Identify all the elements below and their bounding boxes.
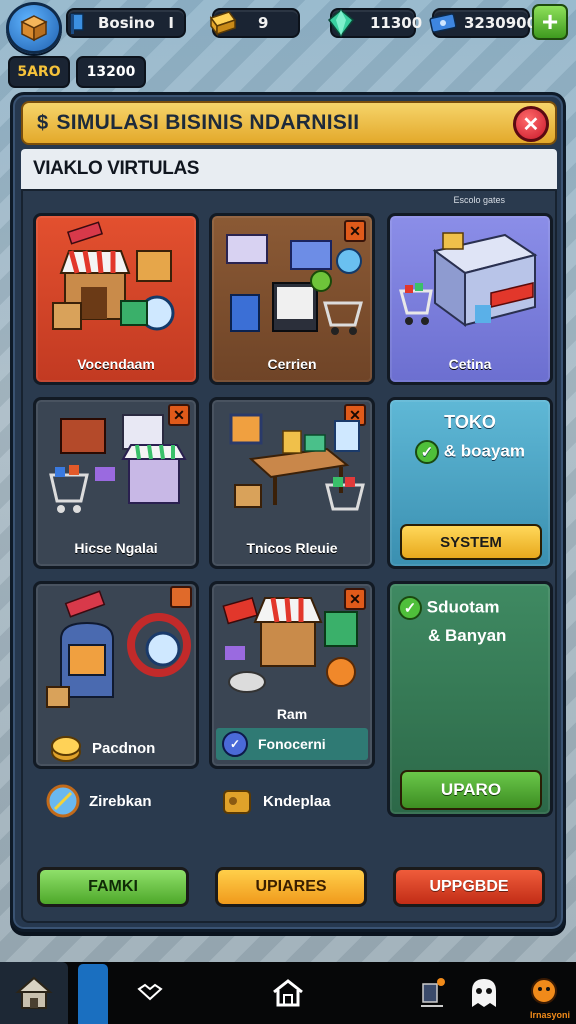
score-badge: 13200 xyxy=(76,56,146,88)
panel-title: SIMULASI BISINIS NDARNISII xyxy=(56,111,360,134)
coin-stack-icon xyxy=(51,736,81,762)
resource-pill-2[interactable]: 9 xyxy=(209,8,300,38)
nav-cart[interactable] xyxy=(402,962,462,1024)
resource-3-value: 11300 xyxy=(370,14,423,32)
card-solution[interactable]: ✓ Sduotam & Banyan UPARO xyxy=(387,581,553,817)
resource-1-value: Bosino xyxy=(98,14,155,32)
section-title: VIAKLO VIRTULAS xyxy=(33,158,200,179)
ram-caption: Ram xyxy=(276,706,308,722)
nav-shield[interactable] xyxy=(120,962,180,1024)
fonocerni-label: Fonocerni xyxy=(258,736,326,752)
chevron-heart-icon xyxy=(137,983,163,1001)
add-currency-button[interactable]: + xyxy=(532,4,568,40)
famki-button[interactable]: FAMKI xyxy=(37,867,189,907)
toko-subtitle-row: ✓ & boayam xyxy=(390,440,550,464)
kiosk-icon xyxy=(36,584,196,724)
nav-blue-tab[interactable] xyxy=(78,964,108,1024)
top-hud: Bosino I 9 11300 3230900 + 5ARO 13200 xyxy=(0,0,576,92)
gem-icon xyxy=(324,6,358,40)
gold-crate-icon xyxy=(223,790,251,814)
bottom-nav-bar: Irnasyoni xyxy=(0,962,576,1024)
solution-row-1: ✓ Sduotam xyxy=(398,596,499,620)
system-button[interactable]: SYSTEM xyxy=(400,524,542,560)
electronics-icon xyxy=(212,216,372,346)
market-tools-icon xyxy=(212,584,372,708)
house-icon xyxy=(15,976,53,1009)
blue-flag-icon xyxy=(60,6,94,40)
check-icon: ✓ xyxy=(415,440,439,464)
cash-stack-icon xyxy=(426,6,460,40)
shop-cluster-icon xyxy=(36,400,196,530)
kndeplaa-row[interactable]: Kndeplaa xyxy=(219,783,331,819)
resource-pill-3[interactable]: 11300 xyxy=(327,8,422,38)
fonocerni-bar[interactable]: ✓ Fonocerni xyxy=(216,728,368,760)
card-hicse-ngalai[interactable]: ✕ Hicse Ngalai xyxy=(33,397,199,569)
nav-ghost[interactable] xyxy=(454,962,514,1024)
resource-pill-1[interactable]: Bosino I xyxy=(66,8,186,38)
card-label: Vocendaam xyxy=(77,356,155,372)
card-cetina[interactable]: Cetina xyxy=(387,213,553,385)
card-cerrien[interactable]: ✕ Cerrien xyxy=(209,213,375,385)
compass-icon xyxy=(46,784,80,818)
nav-profile[interactable]: Irnasyoni xyxy=(512,962,576,1024)
card-label: Hicse Ngalai xyxy=(74,540,158,556)
gold-bar-icon xyxy=(206,6,240,40)
player-avatar[interactable] xyxy=(6,2,62,54)
card-label: Tnicos Rleuie xyxy=(246,540,338,556)
business-sim-panel: $ SIMULASI BISINIS NDARNISII ✕ VIAKLO VI… xyxy=(10,92,566,932)
card-toko[interactable]: TOKO ✓ & boayam SYSTEM xyxy=(387,397,553,569)
crate-icon xyxy=(20,15,48,42)
panel-title-bar: $ SIMULASI BISINIS NDARNISII ✕ xyxy=(21,101,557,145)
kndeplaa-label: Kndeplaa xyxy=(263,792,331,810)
toko-subtitle: & boayam xyxy=(443,441,525,461)
nav-profile-label: Irnasyoni xyxy=(529,1010,570,1020)
card-label: Cerrien xyxy=(267,356,317,372)
resource-pill-4[interactable]: 3230900 xyxy=(429,8,537,38)
nav-home-tab[interactable] xyxy=(0,962,68,1024)
dollar-icon: $ xyxy=(37,111,49,134)
check-icon: ✓ xyxy=(398,596,422,620)
pacdnon-row: Pacdnon xyxy=(48,730,155,766)
uppgbde-button[interactable]: UPPGBDE xyxy=(393,867,545,907)
resource-4-value: 3230900 xyxy=(464,14,538,32)
card-label: Cetina xyxy=(448,356,492,372)
store-grid: Escolo gates Vocendaam ✕ Cerrien Cetina … xyxy=(21,189,557,923)
cart-icon xyxy=(421,978,445,1007)
nav-home[interactable] xyxy=(258,962,318,1024)
card-tnicos-rleuie[interactable]: ✕ Tnicos Rleuie xyxy=(209,397,375,569)
level-badge: 5ARO xyxy=(8,56,70,88)
card-fonocerni[interactable]: ✕ Ram ✓ Fonocerni xyxy=(209,581,375,769)
pacdnon-label: Pacdnon xyxy=(92,739,156,757)
market-stall-icon xyxy=(36,216,196,346)
card-vocendaam[interactable]: Vocendaam xyxy=(33,213,199,385)
solution-line-2: & Banyan xyxy=(428,626,507,645)
toko-title: TOKO xyxy=(444,412,496,432)
resource-2-value: 9 xyxy=(258,14,269,32)
zirebkan-row[interactable]: Zirebkan xyxy=(45,783,152,819)
corner-caption: Escolo gates xyxy=(453,195,505,205)
card-pacdnon[interactable]: Pacdnon xyxy=(33,581,199,769)
upiares-button[interactable]: UPIARES xyxy=(215,867,367,907)
workshop-icon xyxy=(212,400,372,530)
ghost-icon xyxy=(472,979,496,1007)
uparo-button[interactable]: UPARO xyxy=(400,770,542,810)
check-badge-icon: ✓ xyxy=(222,731,248,757)
resource-1-suffix: I xyxy=(168,14,174,32)
close-button[interactable]: ✕ xyxy=(513,106,549,142)
supermarket-icon xyxy=(390,216,550,346)
home-outline-icon xyxy=(273,979,303,1007)
zirebkan-label: Zirebkan xyxy=(89,792,152,810)
orange-avatar-icon xyxy=(531,978,557,1004)
solution-line-1: Sduotam xyxy=(426,597,500,617)
section-header: VIAKLO VIRTULAS xyxy=(21,149,557,189)
